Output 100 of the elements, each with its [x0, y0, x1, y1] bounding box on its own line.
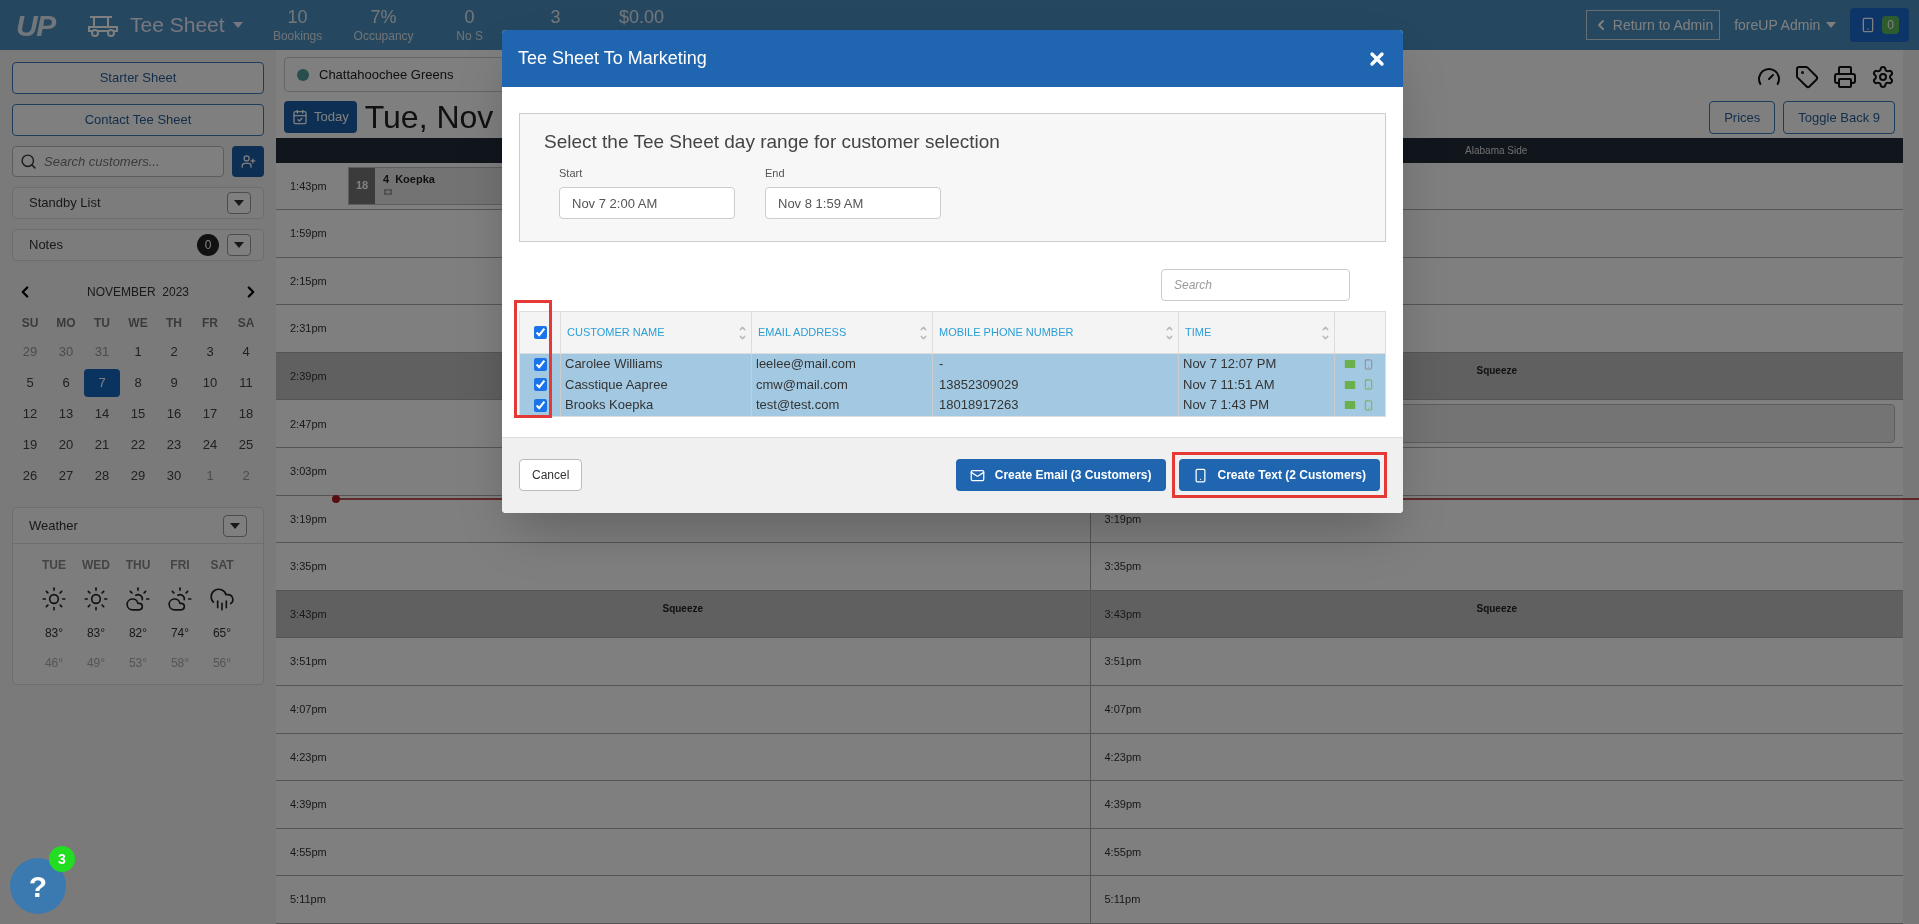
table-cell: leelee@mail.com: [751, 354, 932, 375]
calendar-day[interactable]: 3: [192, 338, 228, 366]
tee-time: 4:07pm: [1103, 702, 1142, 718]
calendar-day[interactable]: 10: [192, 369, 228, 397]
calendar-day[interactable]: 23: [156, 431, 192, 459]
email-button[interactable]: Create Email (3 Customers): [955, 459, 1166, 491]
search-field[interactable]: Search: [1161, 269, 1350, 301]
row-checkbox[interactable]: [533, 378, 547, 392]
calendar-day[interactable]: 22: [120, 431, 156, 459]
calendar-day[interactable]: 20: [48, 431, 84, 459]
phone-icon: [1192, 467, 1208, 483]
column-header[interactable]: TIME: [1185, 324, 1321, 341]
weather-day: FRI: [159, 556, 201, 574]
calendar-day[interactable]: 17: [192, 400, 228, 428]
settings-icon[interactable]: [1871, 65, 1895, 89]
calendar-day[interactable]: 6: [48, 369, 84, 397]
tee-time: 3:19pm: [1103, 511, 1142, 527]
calendar-day[interactable]: 15: [120, 400, 156, 428]
toolbar-button[interactable]: Prices: [1709, 101, 1776, 134]
calendar-day[interactable]: 16: [156, 400, 192, 428]
calendar-day[interactable]: 18: [228, 400, 264, 428]
calendar-day[interactable]: 8: [120, 369, 156, 397]
calendar-day[interactable]: 27: [48, 462, 84, 490]
stat-label: Occupancy: [353, 28, 414, 44]
select-all-checkbox[interactable]: [533, 326, 547, 339]
stat-value: 10: [287, 6, 308, 29]
tee-time: 1:59pm: [289, 226, 327, 242]
dropdown-toggle[interactable]: [223, 514, 247, 537]
calendar-day[interactable]: 30: [156, 462, 192, 490]
tee-time: 2:15pm: [289, 273, 327, 289]
weather-day: TUE: [33, 556, 75, 574]
tee-time: 3:03pm: [289, 464, 327, 480]
column-header[interactable]: CUSTOMER NAME: [567, 324, 738, 341]
panel-title: Notes: [29, 236, 64, 255]
calendar-day[interactable]: 29: [120, 462, 156, 490]
calendar-day[interactable]: 12: [12, 400, 48, 428]
calendar-icon: [292, 109, 308, 125]
row-checkbox[interactable]: [533, 357, 547, 371]
calendar-day[interactable]: 14: [84, 400, 120, 428]
table-cell: 18018917263: [932, 395, 1178, 416]
today-button[interactable]: Today: [284, 101, 357, 133]
calendar-day[interactable]: 26: [12, 462, 48, 490]
calendar-day[interactable]: 2: [156, 338, 192, 366]
calendar-day[interactable]: 13: [48, 400, 84, 428]
tee-time: 4:07pm: [289, 702, 327, 718]
calendar-day[interactable]: 7: [84, 369, 120, 397]
booking-name: Koepka: [395, 171, 435, 187]
user-menu[interactable]: foreUP Admin: [1734, 14, 1837, 36]
table-cell: test@test.com: [751, 395, 932, 416]
table-cell: Nov 7 1:43 PM: [1178, 395, 1334, 416]
squeeze-label: Squeeze: [1476, 363, 1518, 378]
table-cell: Carolee Williams: [560, 354, 751, 375]
tee-time: 4:39pm: [1103, 797, 1142, 813]
high-temperature: 83°: [43, 625, 65, 642]
calendar-day[interactable]: 9: [156, 369, 192, 397]
search-icon: [20, 153, 37, 170]
tee-time: 3:19pm: [289, 511, 327, 527]
text-button[interactable]: Create Text (2 Customers): [1178, 459, 1380, 491]
sidebar-button[interactable]: Contact Tee Sheet: [12, 104, 264, 136]
calendar-day[interactable]: 24: [192, 431, 228, 459]
cancel-button[interactable]: Cancel: [519, 459, 583, 491]
add-customer-button[interactable]: [232, 146, 264, 177]
calendar-day[interactable]: 19: [12, 431, 48, 459]
row-checkbox[interactable]: [533, 398, 547, 412]
printer-icon[interactable]: [1833, 65, 1857, 89]
calendar-day[interactable]: 5: [12, 369, 48, 397]
calendar-day[interactable]: 4: [228, 338, 264, 366]
calendar-day[interactable]: 1: [120, 338, 156, 366]
return-to-admin-button[interactable]: Return to Admin: [1585, 10, 1721, 40]
customer-row[interactable]: Carolee Williams leelee@mail.com - Nov 7 12:07 PM: [520, 354, 1385, 375]
tee-time: 2:31pm: [289, 321, 327, 337]
calendar-day[interactable]: 25: [228, 431, 264, 459]
tag-icon[interactable]: [1795, 65, 1819, 89]
dropdown-toggle[interactable]: [227, 192, 251, 214]
customer-row[interactable]: Brooks Koepka test@test.com 18018917263 Nov 7 1:43 PM: [520, 395, 1385, 416]
tee-time: 5:11pm: [289, 892, 326, 908]
date-time-field[interactable]: Nov 8 1:59 AM: [765, 187, 941, 219]
panel-title: Weather: [29, 516, 79, 535]
weekday-label: MO: [55, 315, 77, 332]
column-header[interactable]: EMAIL ADDRESS: [758, 324, 919, 341]
column-header[interactable]: MOBILE PHONE NUMBER: [939, 324, 1165, 341]
calendar-day[interactable]: 11: [228, 369, 264, 397]
tee-time: 3:43pm: [289, 606, 327, 622]
weekday-label: TH: [165, 315, 183, 332]
calendar-day[interactable]: 28: [84, 462, 120, 490]
weather-day: SAT: [201, 556, 243, 574]
scrollbar[interactable]: [1903, 50, 1919, 924]
dropdown-toggle[interactable]: [227, 234, 251, 256]
toolbar-button[interactable]: Toggle Back 9: [1783, 101, 1895, 134]
cloud-sun-icon: [125, 586, 151, 612]
customer-search-field[interactable]: Search customers...: [12, 146, 224, 177]
calendar-day[interactable]: 21: [84, 431, 120, 459]
sidebar-button[interactable]: Starter Sheet: [12, 62, 264, 94]
customer-row[interactable]: Casstique Aapree cmw@mail.com 13852309029 Nov 7 11:51 AM: [520, 374, 1385, 395]
stat-label: Bookings: [272, 28, 323, 44]
stat-value: 0: [464, 6, 475, 29]
logo[interactable]: UP: [16, 2, 64, 48]
date-time-field[interactable]: Nov 7 2:00 AM: [559, 187, 735, 219]
sms-button[interactable]: 0: [1850, 8, 1909, 42]
app-menu[interactable]: Tee Sheet: [130, 9, 243, 41]
